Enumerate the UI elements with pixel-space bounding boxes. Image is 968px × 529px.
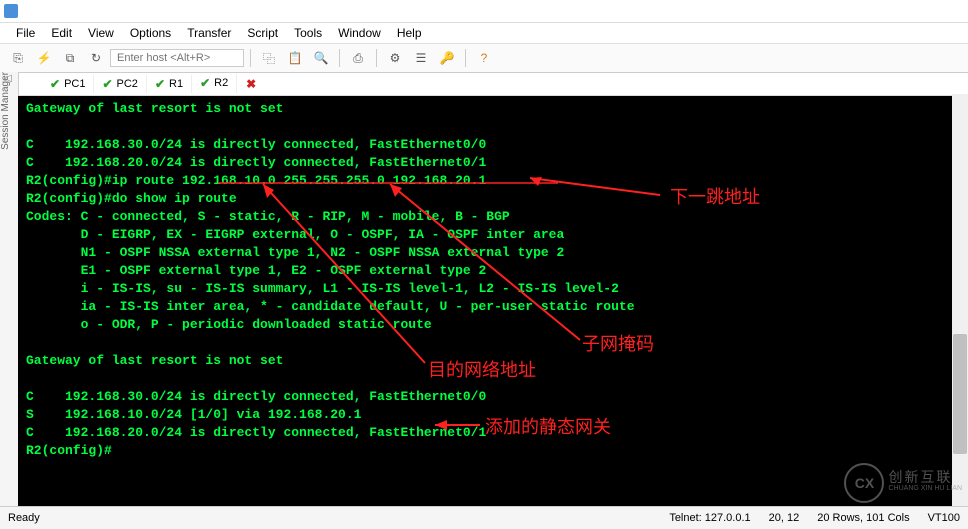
separator-2	[339, 49, 340, 67]
statusbar: Ready Telnet: 127.0.0.1 20, 12 20 Rows, …	[0, 506, 968, 529]
tab-pc1[interactable]: ✔ PC1	[42, 75, 94, 93]
tab-label: R1	[169, 78, 183, 90]
check-icon: ✔	[200, 76, 210, 90]
menu-transfer[interactable]: Transfer	[179, 24, 239, 42]
tab-label: R2	[214, 77, 228, 89]
scrollbar[interactable]	[952, 94, 968, 506]
watermark-main: 创新互联	[888, 471, 962, 483]
print-icon[interactable]: ⎙	[346, 46, 370, 70]
close-tab-icon[interactable]: ✖	[239, 72, 263, 96]
menu-window[interactable]: Window	[330, 24, 389, 42]
copy-icon[interactable]: ⿻	[257, 46, 281, 70]
nav-back-icon[interactable]: ◁	[4, 73, 12, 84]
menu-view[interactable]: View	[80, 24, 122, 42]
tab-r2[interactable]: ✔ R2	[192, 74, 237, 94]
titlebar	[0, 0, 968, 23]
key-icon[interactable]: 🔑	[435, 46, 459, 70]
menu-options[interactable]: Options	[122, 24, 179, 42]
menu-file[interactable]: File	[8, 24, 43, 42]
toolbar: ⎘ ⚡ ⧉ ↻ ⿻ 📋 🔍 ⎙ ⚙ ☰ 🔑 ?	[0, 44, 968, 73]
status-ready: Ready	[8, 512, 40, 524]
menu-edit[interactable]: Edit	[43, 24, 80, 42]
watermark-small: CHUANG XIN HU LIAN	[888, 483, 962, 495]
quick-connect-icon[interactable]: ⚡	[32, 46, 56, 70]
check-icon: ✔	[155, 77, 165, 91]
paste-icon[interactable]: 📋	[283, 46, 307, 70]
connect-icon[interactable]: ⎘	[6, 46, 30, 70]
disconnect-icon[interactable]: ↻	[84, 46, 108, 70]
menubar: File Edit View Options Transfer Script T…	[0, 23, 968, 44]
terminal-output[interactable]: Gateway of last resort is not set C 192.…	[18, 96, 968, 508]
gear-icon[interactable]: ⚙	[383, 46, 407, 70]
reconnect-icon[interactable]: ⧉	[58, 46, 82, 70]
find-icon[interactable]: 🔍	[309, 46, 333, 70]
session-manager-tab[interactable]: Session Manager	[0, 72, 19, 509]
status-size: 20 Rows, 101 Cols	[817, 512, 909, 524]
menu-help[interactable]: Help	[389, 24, 430, 42]
watermark-logo-icon: CX	[844, 463, 884, 503]
session-opts-icon[interactable]: ☰	[409, 46, 433, 70]
status-emul: VT100	[928, 512, 960, 524]
tab-r1[interactable]: ✔ R1	[147, 75, 192, 93]
tab-label: PC1	[64, 78, 85, 90]
session-manager-label: Session Manager	[0, 72, 11, 156]
tab-label: PC2	[117, 78, 138, 90]
status-pos: 20, 12	[769, 512, 800, 524]
separator-4	[465, 49, 466, 67]
check-icon: ✔	[50, 77, 60, 91]
help-icon[interactable]: ?	[472, 46, 496, 70]
separator-1	[250, 49, 251, 67]
check-icon: ✔	[102, 77, 112, 91]
host-input[interactable]	[110, 49, 244, 67]
separator-3	[376, 49, 377, 67]
tabbar: ✔ PC1 ✔ PC2 ✔ R1 ✔ R2 ✖	[18, 73, 968, 96]
scroll-thumb[interactable]	[953, 334, 967, 454]
app-icon	[4, 4, 18, 18]
watermark: CX 创新互联 CHUANG XIN HU LIAN	[844, 463, 962, 503]
menu-script[interactable]: Script	[239, 24, 286, 42]
tab-pc2[interactable]: ✔ PC2	[94, 75, 146, 93]
status-telnet: Telnet: 127.0.0.1	[669, 512, 750, 524]
menu-tools[interactable]: Tools	[286, 24, 330, 42]
